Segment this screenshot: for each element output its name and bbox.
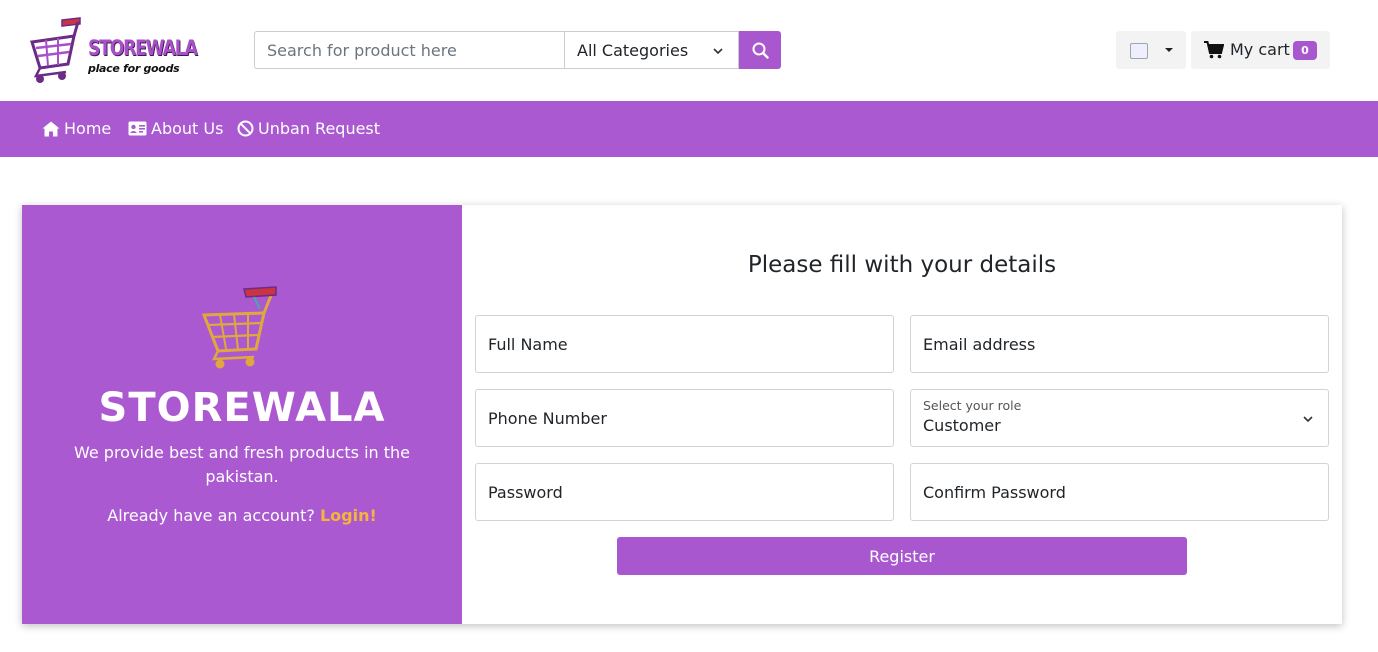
search-input[interactable]	[254, 31, 564, 69]
header: STOREWALA place for goods All Categories	[0, 0, 1378, 101]
brand-panel: STOREWALA We provide best and fresh prod…	[22, 205, 462, 624]
shopping-cart-icon	[201, 286, 277, 369]
confirm-password-input[interactable]	[911, 464, 1328, 520]
flag-icon	[1130, 43, 1148, 59]
phone-input[interactable]	[476, 390, 893, 446]
caret-down-icon	[1165, 48, 1173, 52]
login-link[interactable]: Login!	[320, 506, 377, 525]
role-select[interactable]: Select your role Customer	[910, 389, 1329, 447]
full-name-input[interactable]	[476, 316, 893, 372]
chevron-down-icon	[1303, 416, 1313, 423]
search-icon	[752, 42, 769, 59]
category-select[interactable]: All Categories	[564, 31, 739, 69]
nav-item-label: Home	[64, 119, 112, 138]
main-nav: Home About Us Unban Request	[0, 101, 1378, 157]
category-select-value: All Categories	[577, 40, 689, 60]
password-input[interactable]	[476, 464, 893, 520]
brand-name: STOREWALA	[98, 385, 386, 431]
form-title: Please fill with your details	[747, 252, 1057, 278]
home-icon	[42, 121, 60, 136]
brand-tagline: We provide best and fresh products in th…	[73, 443, 411, 486]
nav-item-unban-request[interactable]: Unban Request	[237, 119, 380, 138]
storewala-logo[interactable]: STOREWALA place for goods	[26, 14, 198, 86]
search-bar: All Categories	[254, 31, 781, 69]
chevron-down-icon	[713, 48, 723, 55]
logo-cart-icon	[30, 17, 81, 83]
language-dropdown[interactable]	[1116, 31, 1186, 69]
email-field[interactable]	[910, 315, 1329, 373]
full-name-field[interactable]	[475, 315, 894, 373]
nav-item-about-us[interactable]: About Us	[128, 119, 223, 138]
login-prompt: Already have an account? Login!	[22, 506, 462, 525]
register-button[interactable]: Register	[617, 537, 1187, 575]
confirm-password-field[interactable]	[910, 463, 1329, 521]
cart-button[interactable]: My cart 0	[1191, 31, 1330, 69]
login-prompt-text: Already have an account?	[107, 506, 315, 525]
nav-item-label: Unban Request	[258, 119, 381, 138]
password-field[interactable]	[475, 463, 894, 521]
registration-form: Please fill with your details Select you…	[462, 205, 1342, 624]
ban-icon	[237, 120, 254, 137]
cart-label: My cart	[1230, 40, 1290, 59]
cart-count-badge: 0	[1293, 41, 1317, 60]
search-button[interactable]	[739, 31, 781, 69]
logo-text: STOREWALA	[88, 36, 198, 60]
nav-item-label: About Us	[151, 119, 224, 138]
logo-subtitle: place for goods	[88, 62, 180, 75]
id-card-icon	[128, 121, 147, 136]
cart-icon	[1204, 41, 1224, 59]
role-select-value: Customer	[923, 416, 1001, 435]
role-select-label: Select your role	[923, 398, 1022, 413]
nav-item-home[interactable]: Home	[42, 119, 111, 138]
phone-field[interactable]	[475, 389, 894, 447]
register-card: STOREWALA We provide best and fresh prod…	[22, 205, 1342, 624]
email-input[interactable]	[911, 316, 1328, 372]
